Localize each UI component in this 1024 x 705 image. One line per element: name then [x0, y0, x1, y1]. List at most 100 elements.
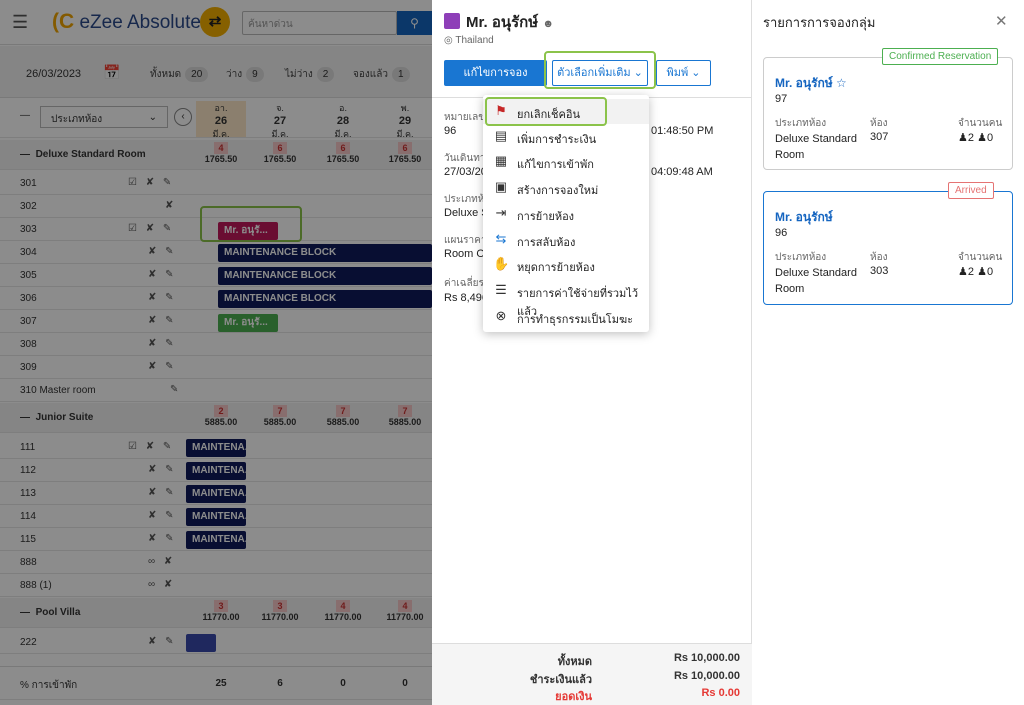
edit-stay-icon: ▦	[494, 153, 508, 168]
move-room-icon: ⇥	[495, 205, 507, 220]
menu-item-move-room[interactable]: ⇥ การย้ายห้อง	[483, 201, 649, 226]
location: ◎ Thailand	[444, 35, 494, 46]
top-bar: ☰ (C eZee Absolute ⇄ ค้นหาด่วน ⚲	[0, 0, 432, 45]
menu-icon[interactable]: ☰	[12, 12, 28, 33]
room-type-select[interactable]: ประเภทห้อง ⌄	[40, 106, 168, 128]
menu-item-new-booking[interactable]: ▣ สร้างการจองใหม่	[483, 175, 649, 200]
booking-block[interactable]: Mr. อนุรั...	[218, 222, 278, 240]
room-row[interactable]: 888 ∞ ✘	[0, 551, 432, 574]
menu-item-stop-move[interactable]: ✋ หยุดการย้ายห้อง	[483, 252, 649, 277]
vip-icon: ☆	[836, 76, 847, 90]
search-icon[interactable]: ⚲	[397, 11, 432, 35]
room-row[interactable]: 310 Master room ✎	[0, 379, 432, 402]
room-row[interactable]: 307 ✘ ✎	[0, 310, 432, 333]
avail-cell: 3 11770.00	[202, 600, 240, 622]
pax-value: ♟2 ♟0	[958, 132, 994, 144]
maintenance-block[interactable]: MAINTENA...	[186, 439, 253, 457]
avail-cell: 7 5885.00	[388, 405, 422, 427]
maintenance-block[interactable]: MAINTENA...	[186, 508, 253, 526]
group-card[interactable]: Arrived Mr. อนุรักษ์ 96 ประเภทห้อง Delux…	[763, 182, 1013, 305]
balance-value: Rs 0.00	[701, 687, 740, 699]
more-options-menu: ⚑ ยกเลิกเช็คอิน ▤ เพิ่มการชำระเงิน ▦ แก้ไขก…	[483, 95, 649, 332]
current-date[interactable]: 26/03/2023	[26, 68, 81, 80]
menu-item-expense-list[interactable]: ☰ รายการค่าใช้จ่ายที่รวมไว้แล้ว	[483, 278, 649, 318]
menu-item-void-transaction[interactable]: ⊗ การทำธุรกรรมเป็นโมฆะ	[483, 304, 649, 329]
new-booking-icon: ▣	[494, 179, 508, 194]
category-name: Junior Suite	[35, 412, 94, 423]
highlight-cancel-checkin	[485, 97, 607, 126]
menu-item-swap-room[interactable]: ⇆ การสลับห้อง	[483, 227, 649, 252]
total-value: Rs 10,000.00	[673, 652, 740, 664]
prev-date-icon[interactable]: ‹	[174, 108, 192, 126]
country: Thailand	[455, 35, 494, 46]
room-type-value: Deluxe Standard Room	[775, 267, 857, 295]
void-transaction-icon: ⊗	[495, 308, 507, 323]
child-icon: ♟	[977, 266, 987, 278]
maintenance-block[interactable]: MAINTENANCE BLOCK	[218, 244, 432, 262]
group-card[interactable]: Confirmed Reservation Mr. อนุรักษ์ ☆ 97 …	[763, 48, 1013, 170]
paid-value: Rs 10,000.00	[673, 670, 740, 682]
swap-room-icon: ⇆	[495, 231, 507, 246]
stats-bar: 26/03/2023 📅 ทั้งหมด 20 ว่าง 9 ไม่ว่าง 2 จอ…	[0, 46, 432, 98]
date-col: อา. 26 มี.ค.	[196, 101, 246, 139]
status-badge: Confirmed Reservation	[882, 48, 999, 65]
maintenance-block[interactable]: MAINTENA...	[186, 462, 253, 480]
guest-title: Mr. อนุรักษ์ ☻	[444, 10, 554, 34]
chevron-down-icon: ⌄	[691, 67, 701, 79]
field-value: Deluxe S	[444, 207, 489, 219]
totals-section: ทั้งหมด Rs 10,000.00 ชำระเงินแล้ว Rs 10,…	[432, 643, 752, 705]
category-row: — Pool Villa 3 11770.00 3 11770.00 4 11770.…	[0, 598, 432, 628]
field-time: 01:48:50 PM	[651, 125, 714, 137]
card-guest-name[interactable]: Mr. อนุรักษ์	[775, 76, 833, 90]
stay-view-background: ☰ (C eZee Absolute ⇄ ค้นหาด่วน ⚲ 26/03/2…	[0, 0, 432, 705]
booking-block[interactable]	[186, 634, 216, 652]
adult-icon: ♟	[958, 266, 968, 278]
booking-block[interactable]: Mr. อนุรั...	[218, 314, 278, 332]
hotel-icon	[444, 13, 460, 29]
category-row: — Deluxe Standard Room 4 1765.50 6 1765.50…	[0, 140, 432, 170]
calendar-icon[interactable]: 📅	[103, 64, 120, 81]
print-button[interactable]: พิมพ์ ⌄	[656, 60, 711, 86]
edit-reservation-button[interactable]: แก้ไขการจอง	[444, 60, 547, 86]
avail-cell: 7 5885.00	[326, 405, 360, 427]
room-row[interactable]: 308 ✘ ✎	[0, 333, 432, 356]
avail-cell: 3 11770.00	[261, 600, 299, 622]
room-row[interactable]: 309 ✘ ✎	[0, 356, 432, 379]
close-icon[interactable]: ✕	[995, 12, 1008, 30]
expense-list-icon: ☰	[495, 282, 507, 297]
menu-item-edit-stay[interactable]: ▦ แก้ไขการเข้าพัก	[483, 149, 649, 174]
category-name: Pool Villa	[35, 607, 81, 618]
room-value: 303	[870, 265, 889, 277]
card-number: 96	[775, 227, 788, 239]
stat-reserved: จองแล้ว 1	[353, 67, 410, 82]
room-type-label: ประเภทห้อง	[775, 252, 827, 263]
avail-cell: 4 11770.00	[386, 600, 424, 622]
avail-cell: 2 5885.00	[204, 405, 238, 427]
pax-label: จำนวนคน	[958, 118, 1003, 129]
maintenance-block[interactable]: MAINTENA...	[186, 485, 253, 503]
category-name: Deluxe Standard Room	[35, 149, 146, 160]
collapse-icon[interactable]: —	[20, 110, 30, 121]
shuffle-icon[interactable]: ⇄	[200, 7, 230, 37]
room-row[interactable]: 301 ☑ ✘ ✎	[0, 172, 432, 195]
grid-header: — ประเภทห้อง ⌄ ‹ อา. 26 มี.ค. จ. 27 มี.ค. อ. 2…	[0, 98, 432, 139]
stat-available: ว่าง 9	[226, 67, 264, 82]
room-row[interactable]: 222 ✘ ✎	[0, 631, 432, 654]
pax-value: ♟2 ♟0	[958, 266, 994, 278]
maintenance-block[interactable]: MAINTENA...	[186, 531, 253, 549]
more-options-button[interactable]: ตัวเลือกเพิ่มเติม ⌄	[552, 60, 648, 86]
room-label: ห้อง	[870, 252, 888, 263]
guest-name: Mr. อนุรักษ์	[466, 14, 539, 31]
avail-cell: 6 1765.50	[388, 142, 422, 164]
search-input[interactable]: ค้นหาด่วน	[242, 11, 397, 35]
room-row[interactable]: 888 (1) ∞ ✘	[0, 574, 432, 597]
field-value: Rs 8,496	[444, 292, 489, 304]
card-guest-name[interactable]: Mr. อนุรักษ์	[775, 208, 833, 227]
maintenance-block[interactable]: MAINTENANCE BLOCK	[218, 290, 432, 308]
child-icon: ♟	[977, 132, 987, 144]
balance-label: ยอดเงิน	[555, 691, 592, 703]
menu-item-add-payment[interactable]: ▤ เพิ่มการชำระเงิน	[483, 124, 649, 149]
room-type-label: ประเภทห้อง	[775, 118, 827, 129]
group-title: รายการการจองกลุ่ม	[763, 15, 876, 30]
maintenance-block[interactable]: MAINTENANCE BLOCK	[218, 267, 432, 285]
